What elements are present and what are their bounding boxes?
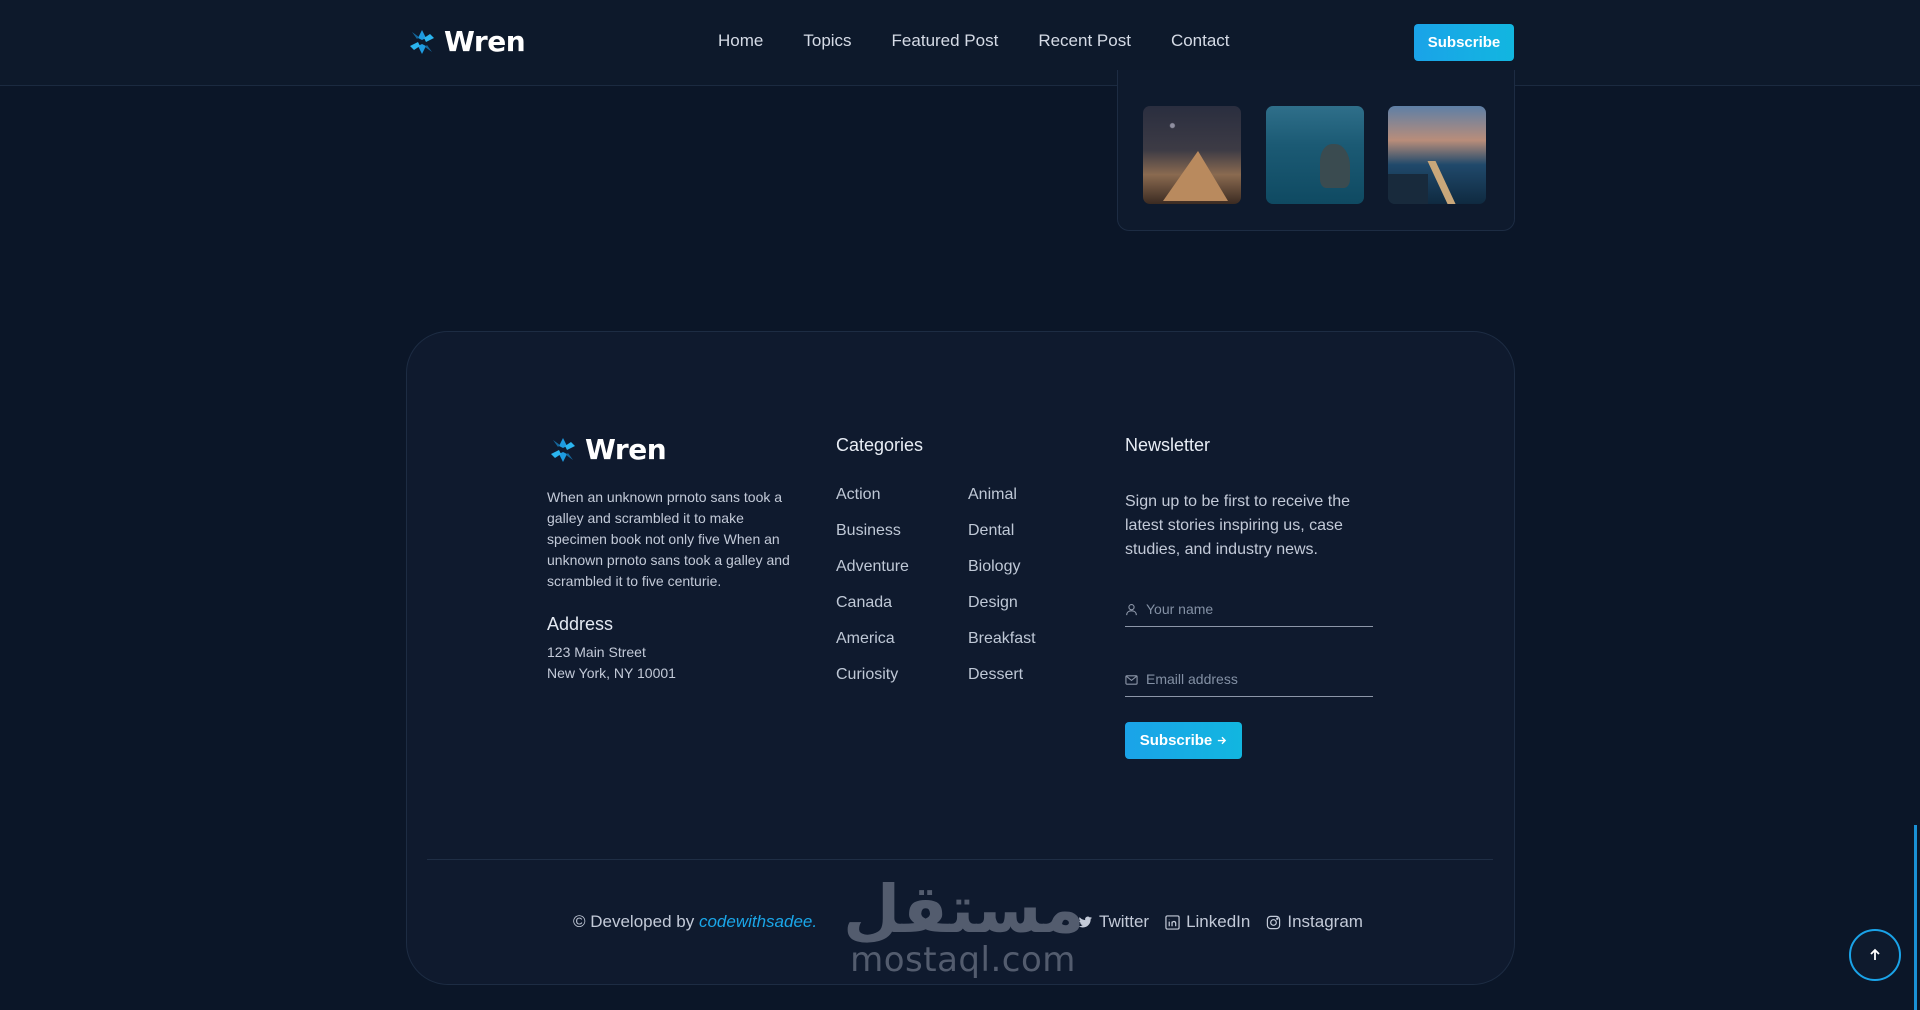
category-link[interactable]: Action bbox=[836, 486, 909, 522]
logo-icon bbox=[410, 29, 434, 54]
arrow-right-icon bbox=[1218, 736, 1227, 745]
brand-name: Wren bbox=[444, 25, 526, 58]
twitter-label: Twitter bbox=[1099, 912, 1150, 931]
newsletter-title: Newsletter bbox=[1125, 435, 1211, 455]
linkedin-label: LinkedIn bbox=[1186, 912, 1251, 931]
arrow-up-icon bbox=[1870, 948, 1880, 960]
category-link[interactable]: Dessert bbox=[968, 666, 1036, 702]
mail-icon bbox=[1125, 674, 1138, 685]
category-link[interactable]: Breakfast bbox=[968, 630, 1036, 666]
category-link[interactable]: Animal bbox=[968, 486, 1036, 522]
social-twitter[interactable]: Twitter bbox=[1078, 912, 1149, 932]
footer-divider bbox=[427, 859, 1493, 860]
city-shape bbox=[1388, 174, 1428, 204]
instagram-icon bbox=[1267, 915, 1281, 929]
rock-formation-shape bbox=[1163, 151, 1228, 201]
category-link[interactable]: Adventure bbox=[836, 558, 909, 594]
nav-recent-post[interactable]: Recent Post bbox=[1038, 31, 1131, 51]
social-instagram[interactable]: Instagram bbox=[1266, 912, 1363, 932]
scroll-to-top-button[interactable] bbox=[1849, 929, 1901, 981]
main-nav: Home Topics Featured Post Recent Post Co… bbox=[718, 31, 1230, 51]
mostaql-watermark: مستقل mostaql.com bbox=[843, 871, 1085, 980]
logo-icon bbox=[551, 437, 575, 462]
developer-link[interactable]: codewithsadee. bbox=[699, 912, 817, 931]
social-links: Twitter LinkedIn Instagram bbox=[1078, 912, 1363, 932]
instagram-label: Instagram bbox=[1287, 912, 1363, 931]
categories-title: Categories bbox=[836, 435, 924, 455]
name-field bbox=[1125, 592, 1373, 627]
footer-logo[interactable]: Wren bbox=[547, 433, 667, 466]
watermark-latin: mostaql.com bbox=[850, 940, 1076, 980]
scrollbar-thumb[interactable] bbox=[1914, 825, 1917, 1010]
header-subscribe-button[interactable]: Subscribe bbox=[1414, 24, 1514, 61]
name-input[interactable] bbox=[1144, 600, 1368, 618]
footer-subscribe-label: Subscribe bbox=[1139, 732, 1213, 749]
email-input[interactable] bbox=[1144, 670, 1368, 688]
nav-home[interactable]: Home bbox=[718, 31, 763, 51]
category-link[interactable]: America bbox=[836, 630, 909, 666]
top-navbar: Wren Home Topics Featured Post Recent Po… bbox=[0, 0, 1920, 86]
newsletter-text: Sign up to be first to receive the lates… bbox=[1125, 493, 1351, 558]
footer-brand-name: Wren bbox=[585, 433, 667, 466]
address-line-1: 123 Main Street bbox=[547, 644, 646, 660]
footer-description: When an unknown prnoto sans took a galle… bbox=[547, 489, 790, 589]
user-icon bbox=[1126, 603, 1137, 615]
nav-topics[interactable]: Topics bbox=[803, 31, 851, 51]
category-link[interactable]: Biology bbox=[968, 558, 1036, 594]
category-link[interactable]: Business bbox=[836, 522, 909, 558]
nav-featured-post[interactable]: Featured Post bbox=[892, 31, 999, 51]
social-linkedin[interactable]: LinkedIn bbox=[1165, 912, 1250, 932]
address-title: Address bbox=[547, 614, 614, 634]
address-line-2: New York, NY 10001 bbox=[547, 665, 676, 681]
address-text: 123 Main Street New York, NY 10001 bbox=[547, 642, 676, 684]
gallery-image-pier[interactable] bbox=[1388, 106, 1486, 204]
gallery-widget bbox=[1117, 70, 1515, 231]
pier-shape bbox=[1427, 161, 1457, 204]
linkedin-icon bbox=[1165, 914, 1180, 930]
email-field bbox=[1125, 662, 1373, 697]
category-link[interactable]: Curiosity bbox=[836, 666, 909, 702]
copyright-text: © Developed by bbox=[573, 912, 695, 931]
category-link[interactable]: Canada bbox=[836, 594, 909, 630]
category-link[interactable]: Design bbox=[968, 594, 1036, 630]
categories-list-left: Action Business Adventure Canada America… bbox=[836, 486, 909, 702]
gallery-image-sea-rock[interactable] bbox=[1266, 106, 1364, 204]
watermark-arabic: مستقل bbox=[843, 871, 1085, 948]
gallery-image-desert-night[interactable] bbox=[1143, 106, 1241, 204]
header-logo[interactable]: Wren bbox=[406, 25, 526, 58]
sea-rock-shape bbox=[1320, 144, 1350, 188]
copyright: © Developed by codewithsadee. bbox=[573, 912, 817, 932]
footer-subscribe-button[interactable]: Subscribe bbox=[1125, 722, 1242, 759]
categories-list-right: Animal Dental Biology Design Breakfast D… bbox=[968, 486, 1036, 702]
nav-contact[interactable]: Contact bbox=[1171, 31, 1230, 51]
category-link[interactable]: Dental bbox=[968, 522, 1036, 558]
